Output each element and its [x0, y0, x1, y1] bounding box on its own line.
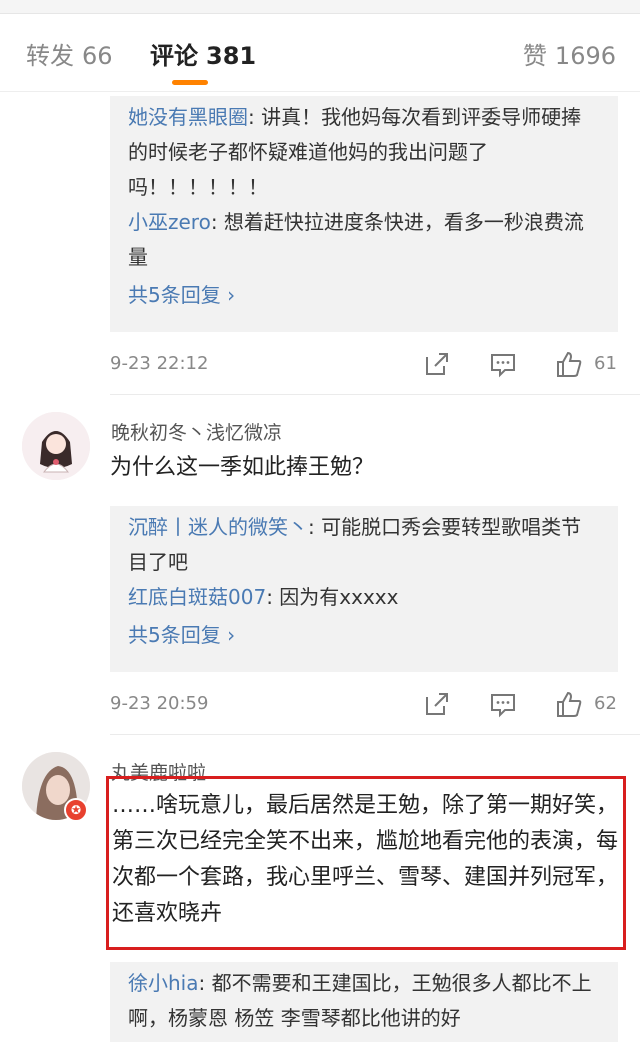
tab-repost-count: 66 — [82, 42, 113, 70]
highlight-box — [106, 776, 626, 950]
more-replies-link[interactable]: 共5条回复 › — [128, 615, 600, 655]
reply-item[interactable]: 沉醉丨迷人的微笑丶: 可能脱口秀会要转型歌唱类节目了吧 — [128, 510, 600, 580]
vip-badge-icon: ✪ — [64, 798, 88, 822]
more-replies-label: 共5条回复 — [128, 283, 221, 307]
comment-text: 为什么这一季如此捧王勉？ — [110, 455, 375, 480]
reply-item[interactable]: 红底白斑菇007: 因为有xxxxx — [128, 580, 600, 615]
top-strip — [0, 0, 640, 14]
reply-item[interactable]: 小巫zero: 想着赶快拉进度条快进，看多一秒浪费流量 — [128, 205, 600, 275]
tab-repost[interactable]: 转发 66 — [26, 36, 113, 71]
share-icon[interactable] — [422, 689, 452, 719]
avatar[interactable] — [22, 412, 90, 480]
tab-comments[interactable]: 评论 381 — [150, 36, 256, 71]
tab-likes-count: 1696 — [554, 42, 616, 70]
reply-box[interactable]: 徐小hia: 都不需要和王建国比，王勉很多人都比不上啊，杨蒙恩 杨笠 李雪琴都比… — [110, 962, 618, 1042]
chevron-right-icon: › — [227, 623, 236, 647]
tab-likes[interactable]: 赞 1696 — [523, 36, 616, 71]
comment-icon[interactable] — [488, 349, 518, 379]
tab-likes-label: 赞 — [522, 42, 547, 70]
comment-time: 9-23 22:12 — [110, 353, 209, 374]
chevron-right-icon: › — [227, 283, 236, 307]
comment-actions: 9-23 22:12 61 — [110, 349, 620, 383]
active-tab-indicator — [172, 80, 208, 85]
thumbs-up-icon[interactable] — [554, 349, 584, 379]
comment-time: 9-23 20:59 — [110, 693, 209, 714]
comment-divider — [110, 394, 640, 395]
reply-text: : 因为有xxxxx — [266, 585, 399, 609]
reply-author[interactable]: 徐小hia — [128, 971, 199, 995]
comment-icon[interactable] — [488, 689, 518, 719]
more-replies-link[interactable]: 共5条回复 › — [128, 275, 600, 315]
comment-divider — [110, 734, 640, 735]
share-icon[interactable] — [422, 349, 452, 379]
reply-author[interactable]: 沉醉丨迷人的微笑丶 — [128, 515, 308, 539]
reply-box[interactable]: 沉醉丨迷人的微笑丶: 可能脱口秀会要转型歌唱类节目了吧 红底白斑菇007: 因为… — [110, 506, 618, 672]
reply-item[interactable]: 她没有黑眼圈: 讲真！我他妈每次看到评委导师硬捧的时候老子都怀疑难道他妈的我出问… — [128, 100, 600, 205]
comment-actions: 9-23 20:59 62 — [110, 689, 620, 723]
like-count: 62 — [594, 693, 617, 714]
tab-comments-count: 381 — [206, 42, 257, 70]
avatar-illustration — [22, 412, 90, 480]
tab-repost-label: 转发 — [26, 42, 74, 70]
reply-author[interactable]: 红底白斑菇007 — [128, 585, 266, 609]
comment-author[interactable]: 晚秋初冬丶浅忆微凉 — [111, 418, 282, 445]
thumbs-up-icon[interactable] — [554, 689, 584, 719]
reply-item[interactable]: 徐小hia: 都不需要和王建国比，王勉很多人都比不上啊，杨蒙恩 杨笠 李雪琴都比… — [128, 966, 600, 1036]
reply-author[interactable]: 她没有黑眼圈 — [128, 105, 248, 129]
tab-bar: 转发 66 评论 381 赞 1696 — [0, 14, 640, 92]
reply-text: : 都不需要和王建国比，王勉很多人都比不上啊，杨蒙恩 杨笠 李雪琴都比他讲的好 — [128, 971, 592, 1030]
reply-box[interactable]: 她没有黑眼圈: 讲真！我他妈每次看到评委导师硬捧的时候老子都怀疑难道他妈的我出问… — [110, 96, 618, 332]
reply-author[interactable]: 小巫zero — [128, 210, 211, 234]
like-count: 61 — [594, 353, 617, 374]
more-replies-label: 共5条回复 — [128, 623, 221, 647]
tab-comments-label: 评论 — [150, 42, 198, 70]
